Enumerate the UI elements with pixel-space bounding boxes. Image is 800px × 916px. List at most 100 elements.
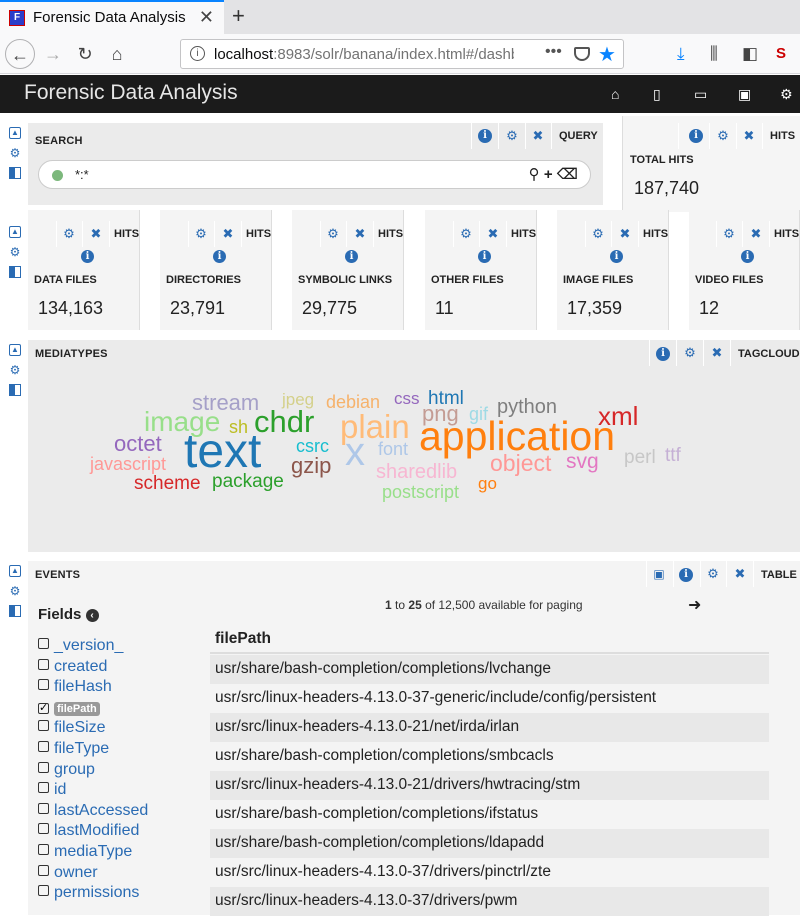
field-item[interactable]: owner <box>38 864 98 882</box>
add-query-icon[interactable]: + <box>544 166 553 183</box>
eraser-icon[interactable]: ⌫ <box>557 166 578 183</box>
tag-package[interactable]: package <box>212 472 284 491</box>
gear-icon[interactable]: ⚙ <box>683 346 697 360</box>
gear-icon[interactable]: ⚙ <box>591 227 605 241</box>
tag-css[interactable]: css <box>394 390 420 407</box>
tag-javascript[interactable]: javascript <box>90 455 166 473</box>
checkbox[interactable] <box>38 658 49 670</box>
collapse-fields-icon[interactable]: ‹ <box>85 609 99 622</box>
save-icon[interactable]: ▣ <box>738 86 751 103</box>
info-icon[interactable]: i <box>610 250 623 263</box>
tag-go[interactable]: go <box>478 475 497 492</box>
tag-text[interactable]: text <box>184 428 261 476</box>
row-gear-icon[interactable]: ⚙ <box>9 364 21 376</box>
field-name-link[interactable]: fileType <box>54 740 109 757</box>
table-row[interactable]: usr/src/linux-headers-4.13.0-37/drivers/… <box>210 858 769 887</box>
download-icon[interactable]: ⤓ <box>677 44 685 64</box>
add-panel-icon[interactable] <box>9 266 21 278</box>
url-text[interactable]: localhost:8983/solr/banana/index.html#/d… <box>214 46 514 63</box>
table-row[interactable]: usr/share/bash-completion/completions/ld… <box>210 829 769 858</box>
column-header-filepath[interactable]: filePath <box>215 630 271 648</box>
checkbox[interactable] <box>38 638 49 649</box>
site-info-icon[interactable]: i <box>190 46 205 61</box>
collapse-row-icon[interactable]: ▲ <box>9 226 21 238</box>
field-name-selected[interactable]: filePath <box>54 701 100 716</box>
field-item[interactable]: group <box>38 761 95 779</box>
gear-icon[interactable]: ⚙ <box>780 86 793 103</box>
search-input[interactable]: *:* ⚲ + ⌫ <box>38 160 591 189</box>
field-item[interactable]: lastAccessed <box>38 802 148 820</box>
library-icon[interactable]: ⫼ <box>710 44 718 64</box>
row-gear-icon[interactable]: ⚙ <box>9 147 21 159</box>
tag-object[interactable]: object <box>490 452 551 475</box>
info-icon[interactable]: i <box>81 250 94 263</box>
url-bar[interactable]: i localhost:8983/solr/banana/index.html#… <box>180 39 624 69</box>
close-icon[interactable]: ✖ <box>710 346 724 360</box>
field-item[interactable]: permissions <box>38 884 139 902</box>
table-row[interactable]: usr/src/linux-headers-4.13.0-21/drivers/… <box>210 771 769 800</box>
extension-icon[interactable]: S <box>776 45 786 62</box>
field-item[interactable]: id <box>38 781 66 799</box>
field-item[interactable]: fileHash <box>38 678 112 696</box>
new-dashboard-icon[interactable]: ▯ <box>653 86 661 103</box>
sidebar-icon[interactable]: ◧ <box>742 44 758 64</box>
tag-x[interactable]: x <box>345 432 365 472</box>
field-name-link[interactable]: mediaType <box>54 843 132 860</box>
gear-icon[interactable]: ⚙ <box>194 227 208 241</box>
close-icon[interactable]: ✖ <box>353 227 367 241</box>
field-item[interactable]: created <box>38 658 107 676</box>
checkbox[interactable] <box>38 679 49 691</box>
info-icon[interactable]: i <box>679 568 693 582</box>
field-name-link[interactable]: permissions <box>54 884 139 901</box>
checked-checkbox-icon[interactable]: ✓ <box>38 702 49 714</box>
search-query-text[interactable]: *:* <box>75 167 89 182</box>
field-name-link[interactable]: fileSize <box>54 719 106 736</box>
reload-icon[interactable]: ↻ <box>70 39 100 69</box>
checkbox[interactable] <box>38 885 49 897</box>
table-row[interactable]: usr/src/linux-headers-4.13.0-37-generic/… <box>210 684 769 713</box>
field-name-link[interactable]: id <box>54 781 66 798</box>
checkbox[interactable] <box>38 761 49 773</box>
gear-icon[interactable]: ⚙ <box>722 227 736 241</box>
info-icon[interactable]: i <box>689 129 703 143</box>
row-gear-icon[interactable]: ⚙ <box>9 585 21 597</box>
gear-icon[interactable]: ⚙ <box>706 567 720 581</box>
field-name-link[interactable]: lastModified <box>54 822 139 839</box>
info-icon[interactable]: i <box>213 250 226 263</box>
pocket-icon[interactable] <box>574 47 590 61</box>
close-icon[interactable]: ✖ <box>749 227 763 241</box>
close-icon[interactable]: ✖ <box>733 567 747 581</box>
close-icon[interactable]: ✖ <box>531 129 545 143</box>
table-row[interactable]: usr/share/bash-completion/completions/sm… <box>210 742 769 771</box>
table-row[interactable]: usr/src/linux-headers-4.13.0-21/net/irda… <box>210 713 769 742</box>
field-name-link[interactable]: group <box>54 761 95 778</box>
checkbox[interactable] <box>38 782 49 794</box>
table-row[interactable]: usr/src/linux-headers-4.13.0-37/drivers/… <box>210 887 769 916</box>
tag-sharedlib[interactable]: sharedlib <box>376 462 457 482</box>
tag-chdr[interactable]: chdr <box>254 406 314 437</box>
checkbox[interactable] <box>38 802 49 814</box>
close-tab-icon[interactable]: ✕ <box>199 7 214 28</box>
tag-ttf[interactable]: ttf <box>665 446 681 465</box>
info-icon[interactable]: i <box>741 250 754 263</box>
checkbox[interactable] <box>38 823 49 835</box>
field-item[interactable]: ✓ filePath <box>38 699 100 717</box>
gear-icon[interactable]: ⚙ <box>716 129 730 143</box>
field-name-link[interactable]: fileHash <box>54 678 112 695</box>
collapse-row-icon[interactable]: ▲ <box>9 127 21 139</box>
field-name-link[interactable]: owner <box>54 864 98 881</box>
gear-icon[interactable]: ⚙ <box>62 227 76 241</box>
gear-icon[interactable]: ⚙ <box>326 227 340 241</box>
browser-tab[interactable]: F Forensic Data Analysis ✕ <box>0 0 224 34</box>
gear-icon[interactable]: ⚙ <box>459 227 473 241</box>
save-icon[interactable]: ▣ <box>652 567 666 581</box>
forward-arrow-icon[interactable]: → <box>38 39 68 69</box>
field-item[interactable]: fileSize <box>38 719 106 737</box>
field-name-link[interactable]: _version_ <box>54 637 123 654</box>
close-icon[interactable]: ✖ <box>486 227 500 241</box>
search-icon[interactable]: ⚲ <box>529 166 540 183</box>
open-folder-icon[interactable]: ▭ <box>694 86 707 103</box>
close-icon[interactable]: ✖ <box>221 227 235 241</box>
tag-octet[interactable]: octet <box>114 433 162 455</box>
tag-scheme[interactable]: scheme <box>134 474 201 493</box>
